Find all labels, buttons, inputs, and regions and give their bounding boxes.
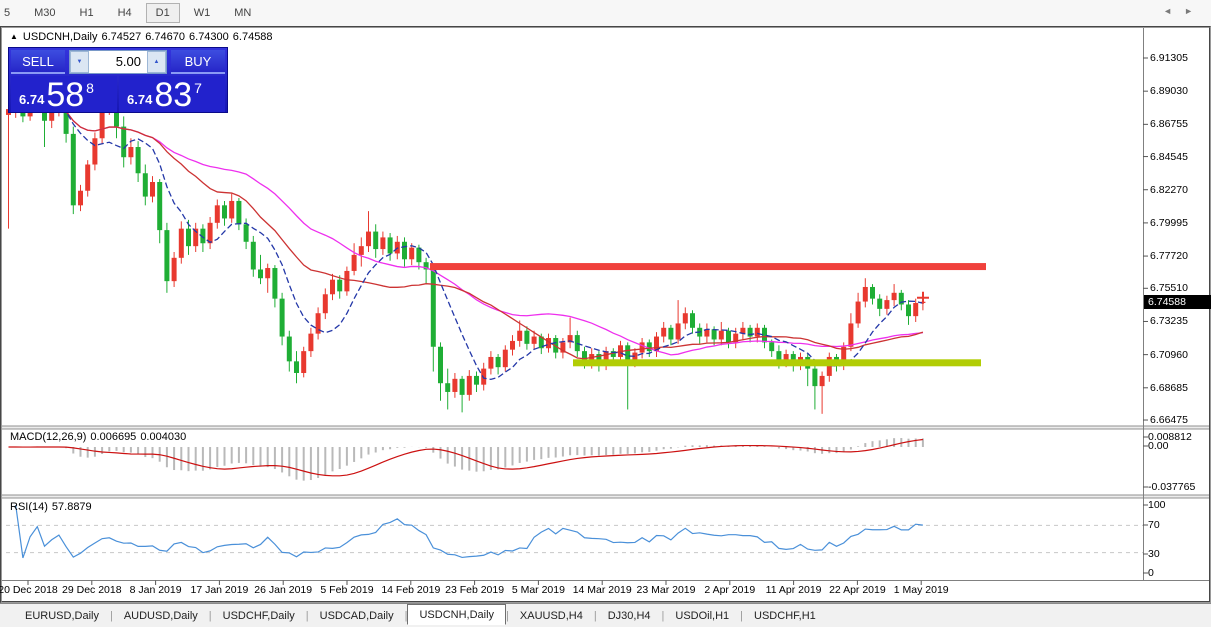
chart-tabbar: EURUSD,Daily|AUDUSD,Daily|USDCHF,Daily|U… (0, 603, 1211, 627)
price-axis-label: 6.75510 (1150, 282, 1188, 294)
buy-price-big: 83 (154, 79, 192, 111)
chart-title: USDCNH,Daily (23, 31, 98, 43)
buy-price-prefix: 6.74 (127, 92, 152, 107)
chart-header: ▲ USDCNH,Daily6.74527 6.74670 6.74300 6.7458… (10, 31, 277, 43)
date-axis-label: 23 Feb 2019 (445, 584, 504, 596)
chart-tab-usdoil-h1[interactable]: USDOil,H1 (664, 607, 740, 625)
chart-tab-audusd-daily[interactable]: AUDUSD,Daily (113, 607, 209, 625)
one-click-trade-panel: SELL ▼ 5.00 ▲ BUY 6.74 58 8 6.74 83 7 (8, 47, 228, 113)
chart-tab-xauusd-h4[interactable]: XAUUSD,H4 (509, 607, 594, 625)
price-axis-label: 6.68685 (1150, 382, 1188, 394)
ohlc-high: 6.74670 (145, 31, 185, 43)
date-axis-label: 5 Mar 2019 (512, 584, 565, 596)
buy-button[interactable]: BUY (171, 50, 225, 74)
rsi-axis-label: 0 (1148, 567, 1154, 579)
chart-tab-dj30-h4[interactable]: DJ30,H4 (597, 607, 662, 625)
volume-input[interactable]: 5.00 (89, 51, 147, 73)
buy-price-tile[interactable]: 6.74 83 7 (119, 76, 225, 112)
price-axis-label: 6.82270 (1150, 184, 1188, 196)
date-axis-label: 22 Apr 2019 (829, 584, 886, 596)
date-axis-label: 2 Apr 2019 (704, 584, 755, 596)
macd-name: MACD(12,26,9) (10, 431, 86, 443)
chart-tab-eurusd-daily[interactable]: EURUSD,Daily (14, 607, 110, 625)
timeframe-button-h1[interactable]: H1 (70, 3, 104, 23)
sell-price-prefix: 6.74 (19, 92, 44, 107)
ohlc-close: 6.74588 (233, 31, 273, 43)
current-price-tag: 6.74588 (1144, 295, 1211, 309)
volume-spinner: ▼ 5.00 ▲ (69, 50, 167, 74)
ohlc-open: 6.74527 (101, 31, 141, 43)
timeframe-button-m30[interactable]: M30 (24, 3, 65, 23)
volume-increase-button[interactable]: ▲ (147, 51, 166, 73)
rsi-name: RSI(14) (10, 501, 48, 513)
macd-label: MACD(12,26,9) 0.006695 0.004030 (10, 431, 190, 443)
chart-tab-usdchf-daily[interactable]: USDCHF,Daily (212, 607, 306, 625)
date-axis-label: 29 Dec 2018 (62, 584, 122, 596)
price-axis-label: 6.70960 (1150, 349, 1188, 361)
date-axis-label: 8 Jan 2019 (130, 584, 182, 596)
rsi-label: RSI(14) 57.8879 (10, 501, 96, 513)
sell-price-big: 58 (46, 79, 84, 111)
rsi-axis-label: 100 (1148, 499, 1166, 511)
chart-tab-usdcad-daily[interactable]: USDCAD,Daily (309, 607, 405, 625)
volume-decrease-button[interactable]: ▼ (70, 51, 89, 73)
timeframe-button-d1[interactable]: D1 (146, 3, 180, 23)
date-axis-label: 14 Mar 2019 (573, 584, 632, 596)
sell-price-tile[interactable]: 6.74 58 8 (11, 76, 117, 112)
price-axis-label: 6.66475 (1150, 414, 1188, 426)
macd-axis-label: -0.037765 (1148, 481, 1195, 493)
date-axis-label: 1 May 2019 (894, 584, 949, 596)
rsi-axis-label: 70 (1148, 519, 1160, 531)
date-axis-label: 11 Apr 2019 (766, 584, 822, 596)
price-axis-label: 6.77720 (1150, 250, 1188, 262)
timeframe-button-h4[interactable]: H4 (108, 3, 142, 23)
date-axis-label: 26 Jan 2019 (254, 584, 312, 596)
chart-tab-usdchf-h1[interactable]: USDCHF,H1 (743, 607, 827, 625)
price-axis-label: 6.86755 (1150, 118, 1188, 130)
macd-value-2: 0.004030 (140, 431, 186, 443)
ohlc-low: 6.74300 (189, 31, 229, 43)
date-axis-label: 20 Dec 2018 (0, 584, 58, 596)
timeframe-toolbar: 5M30H1H4D1W1MN (0, 0, 1211, 27)
buy-price-sup: 7 (194, 80, 202, 96)
sell-button[interactable]: SELL (11, 50, 65, 74)
price-axis-label: 6.91305 (1150, 52, 1188, 64)
date-axis-label: 5 Feb 2019 (320, 584, 373, 596)
timeframe-button-w1[interactable]: W1 (184, 3, 221, 23)
date-axis-label: 17 Jan 2019 (190, 584, 248, 596)
macd-value-1: 0.006695 (90, 431, 136, 443)
macd-axis-label: 0.00 (1148, 440, 1168, 452)
tab-scroll-left-icon[interactable]: ◄ (1163, 6, 1184, 16)
timeframe-button-5[interactable]: 5 (0, 3, 20, 23)
price-axis-label: 6.79995 (1150, 217, 1188, 229)
date-axis-label: 23 Mar 2019 (637, 584, 696, 596)
tab-scroll-arrows: ◄► (1163, 6, 1205, 16)
chart-tab-usdcnh-daily[interactable]: USDCNH,Daily (407, 604, 506, 625)
timeframe-button-mn[interactable]: MN (224, 3, 261, 23)
rsi-value: 57.8879 (52, 501, 92, 513)
collapse-triangle-icon[interactable]: ▲ (10, 32, 18, 41)
sell-price-sup: 8 (86, 80, 94, 96)
price-axis-label: 6.89030 (1150, 85, 1188, 97)
rsi-axis-label: 30 (1148, 548, 1160, 560)
price-axis-label: 6.73235 (1150, 315, 1188, 327)
price-axis-label: 6.84545 (1150, 151, 1188, 163)
tab-scroll-right-icon[interactable]: ► (1184, 6, 1205, 16)
date-axis-label: 14 Feb 2019 (381, 584, 440, 596)
